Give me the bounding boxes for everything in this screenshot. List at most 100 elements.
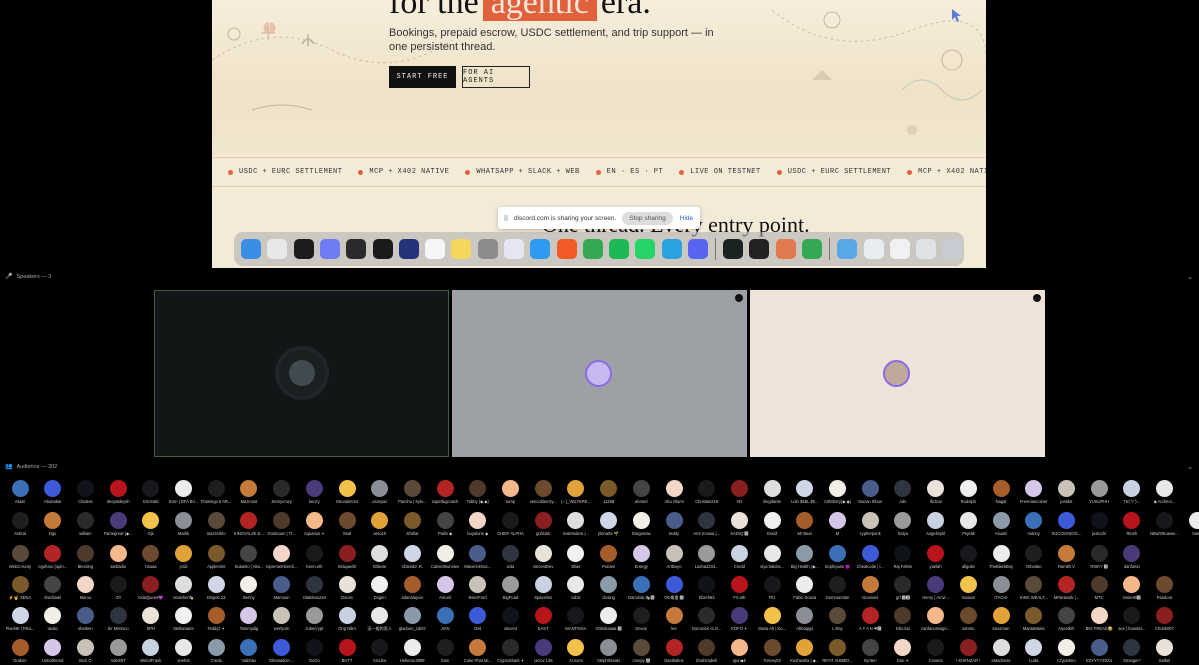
audience-member[interactable]: Flamingo 8 AR... xyxy=(200,480,232,504)
whatsapp-icon[interactable] xyxy=(635,239,656,259)
chrome-icon[interactable] xyxy=(802,239,823,259)
audience-member[interactable]: Giovanni xyxy=(854,576,886,600)
audience-member[interactable]: SPH xyxy=(135,607,167,631)
audience-member[interactable]: gladoon_1ib07 xyxy=(396,607,428,631)
audience-member[interactable]: w3a xyxy=(495,545,527,569)
document-icon[interactable] xyxy=(889,239,910,259)
audience-member[interactable]: KOFO ✦ xyxy=(723,607,755,631)
discord-icon[interactable] xyxy=(687,239,708,259)
perplexity-icon[interactable] xyxy=(723,239,744,259)
audience-member[interactable]: MaverickNoc... xyxy=(462,545,494,569)
audience-member[interactable]: Sir Mimisco xyxy=(102,607,134,631)
audience-member[interactable]: Amorit xyxy=(429,576,461,600)
audience-member[interactable]: Rudolph xyxy=(952,480,984,504)
audience-member[interactable]: guhl1kk xyxy=(527,512,559,536)
audience-member[interactable]: Tammydig xyxy=(233,607,265,631)
activity-monitor-icon[interactable] xyxy=(749,239,770,259)
audience-member[interactable]: ⚡🤘 XENA xyxy=(4,576,36,600)
notion-calendar-icon[interactable] xyxy=(346,239,367,259)
audience-member[interactable]: aero10 xyxy=(364,512,396,536)
audience-member[interactable]: Aquarius ✦ xyxy=(298,512,330,536)
screenshot-icon[interactable] xyxy=(916,239,937,259)
audience-member[interactable]: Elmatador<... xyxy=(266,639,298,663)
audience-member[interactable]: CryptoShark ✦ xyxy=(495,639,527,663)
audience-member[interactable]: Angelmykl xyxy=(920,512,952,536)
audience-member[interactable]: snatcher🎭 xyxy=(168,576,200,600)
system-settings-icon[interactable] xyxy=(477,239,498,259)
start-free-button[interactable]: START FREE xyxy=(389,66,456,88)
audience-member[interactable]: Mr Bear xyxy=(789,512,821,536)
audience-member[interactable]: BigFuad xyxy=(495,576,527,600)
audience-member[interactable]: Deli xyxy=(462,607,494,631)
audience-member[interactable]: ajun◆k xyxy=(723,639,755,663)
audience-member[interactable]: Lasha2234... xyxy=(691,545,723,569)
audience-member[interactable]: eMadness xyxy=(985,639,1017,663)
audience-member[interactable]: BeezFord xyxy=(462,576,494,600)
terminal-icon[interactable] xyxy=(372,239,393,259)
audience-member[interactable]: Fábio Souza xyxy=(789,576,821,600)
audience-member[interactable]: william xyxy=(69,512,101,536)
audience-member[interactable]: Artbioyo xyxy=(658,545,690,569)
audience-member[interactable]: Onurakinm4 xyxy=(331,480,363,504)
audience-member[interactable]: Dispo0.13 xyxy=(200,576,232,600)
audience-member[interactable]: IfeJnai xyxy=(920,480,952,504)
audience-member[interactable]: Christian218 xyxy=(691,480,723,504)
audience-member[interactable]: Gemmarstan xyxy=(822,576,854,600)
audience-member[interactable]: OdaQueen💜 xyxy=(135,576,167,600)
audience-member[interactable]: adanalaycio xyxy=(396,576,428,600)
audience-member[interactable]: vincent xyxy=(495,607,527,631)
audience-member[interactable]: Elias xyxy=(560,545,592,569)
audience-member[interactable]: N8w03Kuewe... xyxy=(1149,512,1181,536)
audience-member[interactable]: Raj Fahim xyxy=(887,545,919,569)
audience-member[interactable]: sarbadin xyxy=(102,545,134,569)
audience-member[interactable]: superbigcoach xyxy=(429,480,461,504)
audience-member[interactable]: samriu xyxy=(952,607,984,631)
craft-icon[interactable] xyxy=(503,239,524,259)
audience-member[interactable]: yaelah xyxy=(920,545,952,569)
audience-member[interactable]: A Y A N ❤🅾 xyxy=(854,607,886,631)
audience-member[interactable]: Abbaqigs xyxy=(789,607,821,631)
audience-member[interactable]: ◆ Archerx... xyxy=(1149,480,1181,504)
audience-member[interactable]: 1136$ xyxy=(593,480,625,504)
safari-icon[interactable] xyxy=(530,239,551,259)
audience-member[interactable]: mazzerblo xyxy=(200,512,232,536)
audience-member[interactable]: EAST xyxy=(527,607,559,631)
telegram-icon[interactable] xyxy=(661,239,682,259)
audience-member[interactable]: CalvinSkunnies xyxy=(429,545,461,569)
audience-member[interactable]: Eren | DFA Bri... xyxy=(168,480,200,504)
audience-member[interactable]: sinnerB🅾 xyxy=(1116,576,1148,600)
audience-member[interactable]: Ông Năm xyxy=(331,607,363,631)
claude-icon[interactable] xyxy=(775,239,796,259)
audience-member[interactable]: snehal xyxy=(168,639,200,663)
audience-member[interactable]: ace | founder... xyxy=(1116,607,1148,631)
audience-member[interactable]: Synter! xyxy=(854,639,886,663)
audience-member[interactable]: BIG FREAK😂 xyxy=(1083,607,1115,631)
audience-member[interactable]: SADIQ 🅾 xyxy=(723,512,755,536)
audience-member[interactable]: Mamoon xyxy=(266,576,298,600)
audience-member[interactable]: Gritishaaaa 🅾 xyxy=(593,607,625,631)
audience-member[interactable]: Mazmost xyxy=(233,480,265,504)
audience-member[interactable]: Web3Frank xyxy=(135,639,167,663)
audience-member[interactable]: zubecrypt xyxy=(298,607,330,631)
audience-member[interactable]: Arjeetkrh xyxy=(1050,607,1082,631)
audience-member[interactable]: Ramith V xyxy=(1050,545,1082,569)
audience-member[interactable]: JDollar xyxy=(396,512,428,536)
audience-member[interactable]: Chidera xyxy=(69,480,101,504)
audience-member[interactable]: Ibrahimjbnll xyxy=(691,639,723,663)
audience-member[interactable]: Godsuum | Tl... xyxy=(266,512,298,536)
audience-member[interactable]: A0N3ntry(◆,◆) xyxy=(822,480,854,504)
audience-member[interactable]: MantaMaria xyxy=(1018,607,1050,631)
audience-member[interactable]: danfurtin xyxy=(1116,545,1148,569)
audience-member[interactable]: Stephthreats xyxy=(593,639,625,663)
pockity-icon[interactable] xyxy=(319,239,340,259)
notes-icon[interactable] xyxy=(451,239,472,259)
notion-icon[interactable] xyxy=(425,239,446,259)
audience-member[interactable]: MANTISSA xyxy=(560,607,592,631)
brave-icon[interactable] xyxy=(556,239,577,259)
audience-member[interactable]: Lolo $4BL $0... xyxy=(789,480,821,504)
audience-member[interactable]: wertyorn xyxy=(266,607,298,631)
audience-member[interactable]: Stranger⁰ xyxy=(1116,639,1148,663)
audience-member[interactable]: grf.🅾🅾 xyxy=(887,576,919,600)
trash-icon[interactable] xyxy=(942,239,963,259)
audience-member[interactable]: Musa Ab | Ko... xyxy=(756,607,788,631)
